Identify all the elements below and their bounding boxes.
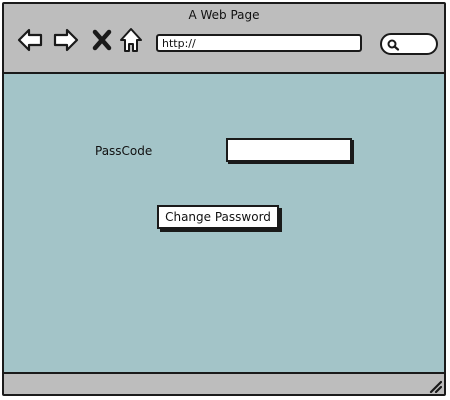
back-button[interactable]: [16, 26, 44, 54]
browser-toolbar: A Web Page: [4, 4, 444, 74]
window-title: A Web Page: [188, 8, 260, 22]
arrow-left-icon: [17, 28, 43, 52]
resize-grip-icon: [429, 380, 443, 394]
home-icon: [120, 28, 142, 52]
status-bar: [4, 374, 444, 394]
browser-window: A Web Page http:// PassCode Change Passw…: [2, 2, 446, 396]
url-input[interactable]: [156, 34, 362, 52]
passcode-label: PassCode: [95, 144, 153, 158]
change-password-button[interactable]: Change Password: [157, 205, 279, 229]
stop-button[interactable]: [88, 26, 116, 54]
passcode-field[interactable]: [226, 138, 352, 162]
close-icon: [92, 29, 112, 51]
search-input[interactable]: [380, 33, 438, 55]
arrow-right-icon: [53, 28, 79, 52]
home-button[interactable]: [117, 26, 145, 54]
resize-handle[interactable]: [428, 378, 443, 394]
search-icon: [387, 39, 400, 51]
page-content: PassCode Change Password: [4, 74, 444, 374]
forward-button[interactable]: [52, 26, 80, 54]
